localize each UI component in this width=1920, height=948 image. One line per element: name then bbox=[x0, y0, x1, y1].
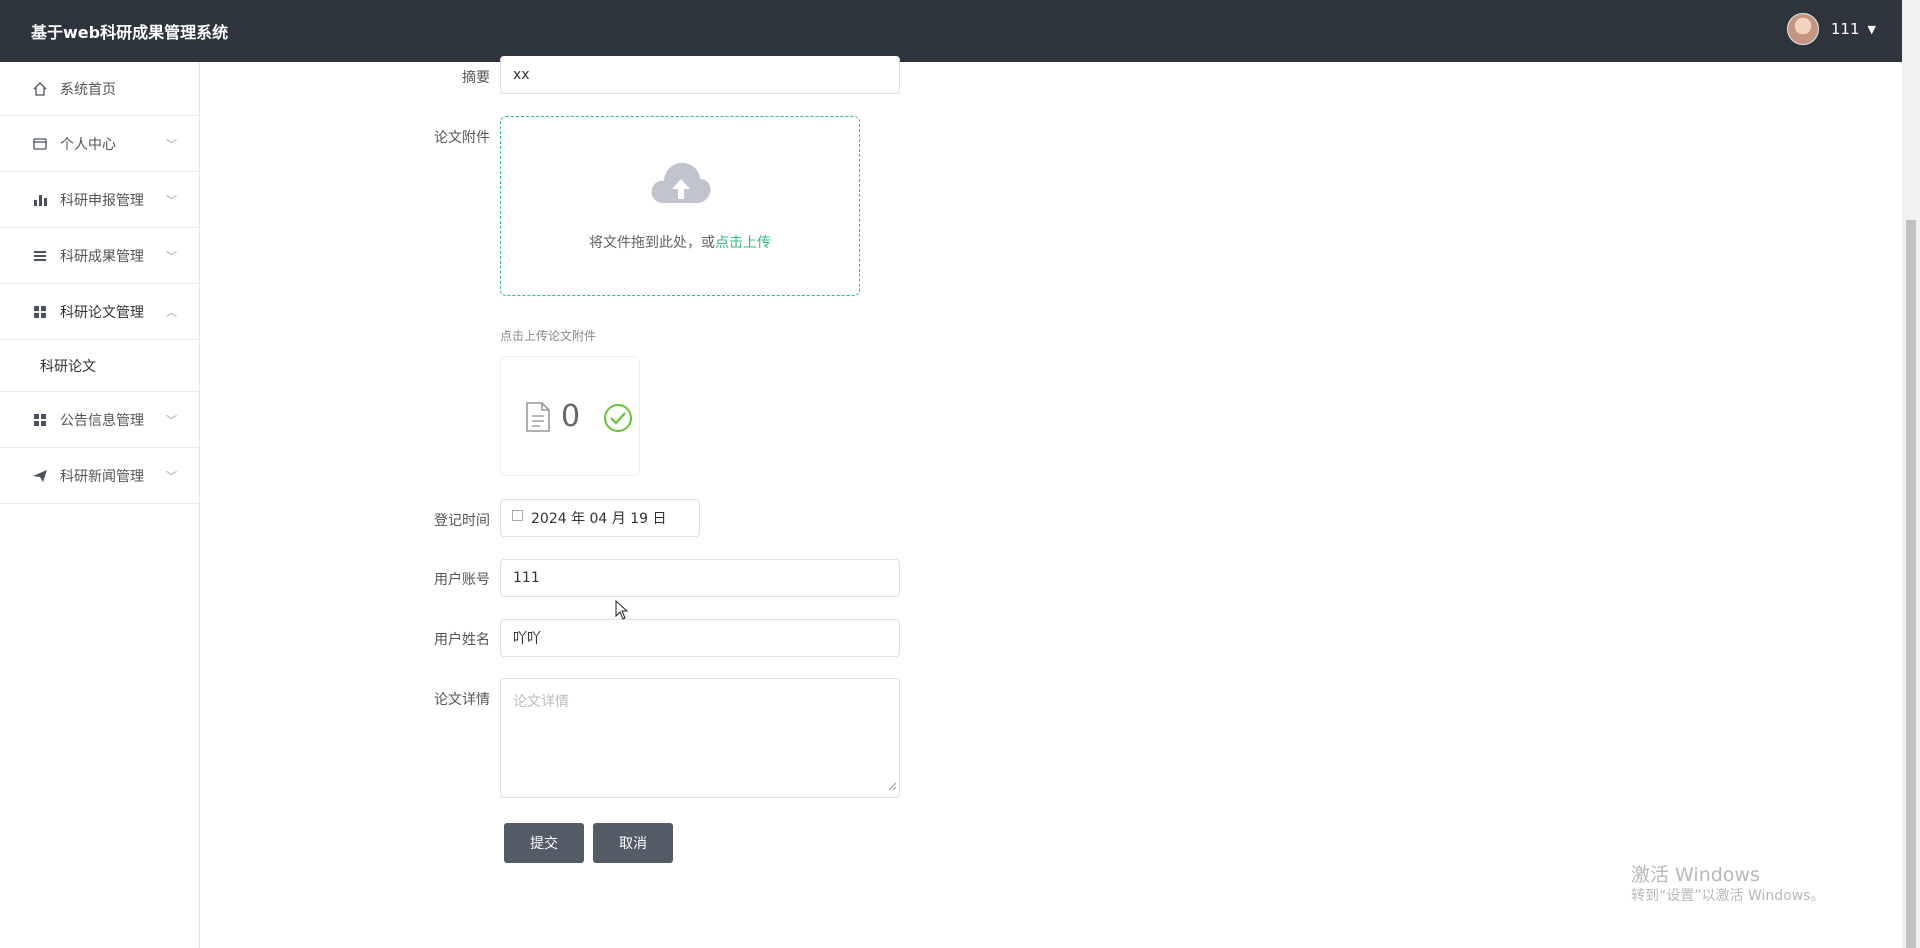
sidebar-item-apply[interactable]: 科研申报管理 ﹀ bbox=[0, 172, 199, 228]
sidebar-subitem-label: 科研论文 bbox=[40, 358, 96, 375]
chevron-down-icon: ﹀ bbox=[166, 413, 177, 427]
check-circle-icon bbox=[603, 403, 633, 437]
sidebar-item-personal[interactable]: 个人中心 ﹀ bbox=[0, 116, 199, 172]
sidebar-item-home[interactable]: 系统首页 bbox=[0, 62, 199, 116]
abstract-label: 摘要 bbox=[462, 70, 490, 86]
user-name[interactable]: 111 bbox=[1831, 20, 1860, 38]
sidebar: 系统首页 个人中心 ﹀ 科研申报管理 ﹀ 科研成果管理 ﹀ 科研论文管理 ︿ 科… bbox=[0, 62, 200, 948]
send-icon bbox=[31, 467, 49, 485]
app-title: 基于web科研成果管理系统 bbox=[31, 23, 229, 42]
mouse-cursor-icon bbox=[615, 599, 629, 624]
cloud-upload-icon bbox=[650, 159, 712, 209]
register-time-value: 2024 年 04 月 19 日 bbox=[531, 511, 667, 527]
sidebar-item-label: 科研论文管理 bbox=[60, 304, 144, 321]
chevron-down-icon: ﹀ bbox=[166, 249, 177, 263]
attachment-label: 论文附件 bbox=[434, 130, 490, 146]
user-name-label: 用户姓名 bbox=[434, 632, 490, 648]
user-account-value: 111 bbox=[513, 570, 540, 586]
upload-instruction: 将文件拖到此处，或点击上传 bbox=[501, 232, 859, 252]
caret-down-icon[interactable]: ▼ bbox=[1868, 23, 1876, 36]
user-name-value: 吖吖 bbox=[513, 631, 541, 647]
details-textarea[interactable]: 论文详情 bbox=[500, 678, 900, 798]
sidebar-item-label: 科研成果管理 bbox=[60, 248, 144, 265]
activation-watermark-subtitle: 转到“设置”以激活 Windows。 bbox=[1631, 888, 1825, 904]
upload-tip: 点击上传论文附件 bbox=[500, 329, 597, 343]
home-icon bbox=[31, 80, 49, 98]
top-bar: 基于web科研成果管理系统 111 ▼ bbox=[0, 0, 1902, 62]
register-time-picker[interactable]: 2024 年 04 月 19 日 bbox=[500, 499, 700, 537]
user-menu[interactable]: 111 ▼ bbox=[1786, 13, 1876, 45]
chevron-up-icon: ︿ bbox=[166, 305, 177, 319]
scrollbar-thumb[interactable] bbox=[1906, 220, 1916, 948]
register-time-label: 登记时间 bbox=[434, 513, 490, 529]
document-icon bbox=[525, 402, 551, 436]
sidebar-item-label: 系统首页 bbox=[60, 81, 116, 98]
submit-button[interactable]: 提交 bbox=[504, 823, 584, 863]
user-name-input[interactable]: 吖吖 bbox=[500, 619, 900, 657]
sidebar-item-notice[interactable]: 公告信息管理 ﹀ bbox=[0, 392, 199, 448]
details-placeholder: 论文详情 bbox=[513, 694, 569, 710]
calendar-icon bbox=[512, 509, 523, 521]
abstract-input[interactable]: xx bbox=[500, 56, 900, 94]
activation-watermark-title: 激活 Windows bbox=[1631, 864, 1760, 886]
details-label: 论文详情 bbox=[434, 692, 490, 708]
uploaded-file-card[interactable]: 0 bbox=[500, 356, 640, 476]
upload-link[interactable]: 点击上传 bbox=[715, 235, 771, 251]
chevron-down-icon: ﹀ bbox=[166, 137, 177, 151]
resize-handle-icon[interactable] bbox=[888, 779, 897, 795]
upload-dropzone[interactable]: 将文件拖到此处，或点击上传 bbox=[500, 116, 860, 296]
sidebar-item-label: 科研申报管理 bbox=[60, 192, 144, 209]
sidebar-item-label: 个人中心 bbox=[60, 136, 116, 153]
abstract-value: xx bbox=[513, 67, 530, 83]
sidebar-item-news[interactable]: 科研新闻管理 ﹀ bbox=[0, 448, 199, 504]
chevron-down-icon: ﹀ bbox=[166, 469, 177, 483]
chevron-down-icon: ﹀ bbox=[166, 193, 177, 207]
page-scrollbar[interactable] bbox=[1902, 0, 1920, 948]
user-account-input[interactable]: 111 bbox=[500, 559, 900, 597]
avatar[interactable] bbox=[1786, 13, 1819, 45]
sidebar-item-label: 科研新闻管理 bbox=[60, 468, 144, 485]
grid-icon bbox=[31, 411, 49, 429]
grid-icon bbox=[31, 303, 49, 321]
list-icon bbox=[31, 247, 49, 265]
user-account-label: 用户账号 bbox=[434, 572, 490, 588]
wallet-icon bbox=[31, 135, 49, 153]
sidebar-subitem-paper[interactable]: 科研论文 bbox=[0, 340, 199, 392]
sidebar-item-papers[interactable]: 科研论文管理 ︿ bbox=[0, 284, 199, 340]
sidebar-item-label: 公告信息管理 bbox=[60, 412, 144, 429]
bar-chart-icon bbox=[31, 191, 49, 209]
cancel-button[interactable]: 取消 bbox=[593, 823, 673, 863]
file-count: 0 bbox=[561, 399, 581, 434]
sidebar-item-results[interactable]: 科研成果管理 ﹀ bbox=[0, 228, 199, 284]
upload-drop-text: 将文件拖到此处，或 bbox=[589, 235, 715, 251]
